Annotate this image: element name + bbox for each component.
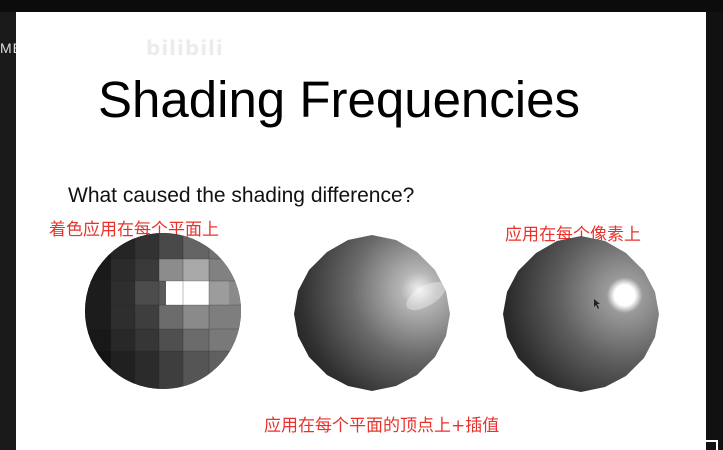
bilibili-logo-icon: bilibili	[146, 36, 224, 60]
phong-shaded-sphere	[503, 236, 659, 392]
watermark: MEET WEIWANG bilibili	[0, 36, 224, 60]
flat-shaded-sphere	[85, 233, 241, 389]
left-frame	[0, 12, 16, 450]
top-bar	[0, 0, 723, 12]
spheres-illustration	[85, 233, 659, 392]
slide: Shading Frequencies What caused the shad…	[16, 12, 706, 450]
right-frame	[706, 12, 723, 450]
qr-code-icon[interactable]	[700, 440, 718, 450]
gouraud-shaded-sphere	[294, 235, 450, 391]
watermark-text: MEET WEIWANG	[0, 40, 124, 56]
